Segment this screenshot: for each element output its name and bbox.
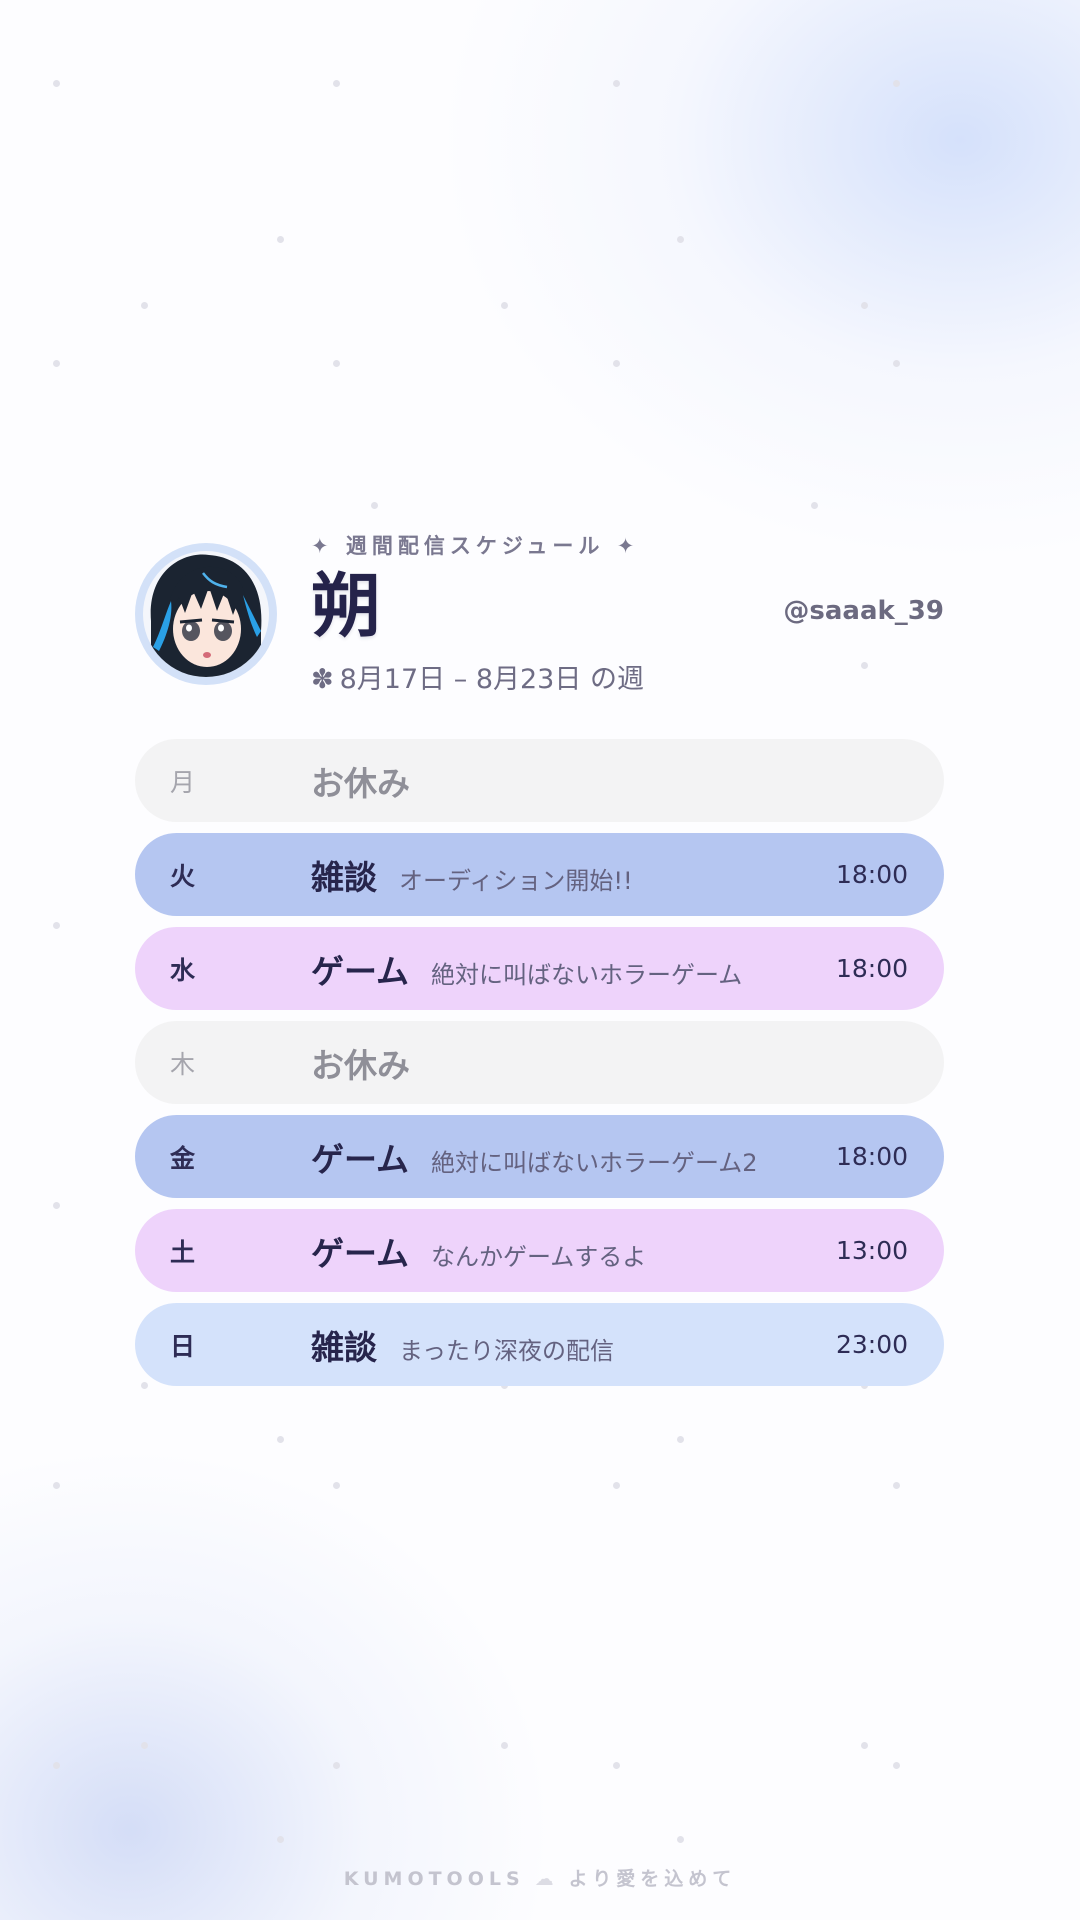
- day-label: 火: [170, 861, 196, 891]
- day-label: 金: [170, 1143, 196, 1173]
- category-label: ゲーム: [311, 1233, 410, 1273]
- stream-description: なんかゲームするよ: [431, 1242, 647, 1271]
- schedule-row-sun: 日 雑談 まったり深夜の配信 23:00: [135, 1303, 944, 1386]
- schedule-row-mon: 月 お休み: [135, 739, 944, 822]
- week-range-text: 8月17日 – 8月23日 の週: [339, 664, 644, 695]
- flower-icon: ✽: [311, 664, 334, 695]
- stream-description: 絶対に叫ばないホラーゲーム2: [431, 1148, 758, 1177]
- schedule-row-wed: 水 ゲーム 絶対に叫ばないホラーゲーム 18:00: [135, 927, 944, 1010]
- stream-time: 13:00: [835, 1236, 908, 1265]
- category-label: お休み: [311, 763, 410, 803]
- day-label: 木: [170, 1049, 196, 1079]
- stream-time: 18:00: [835, 954, 908, 983]
- schedule-row-thu: 木 お休み: [135, 1021, 944, 1104]
- day-label: 水: [170, 955, 196, 985]
- stream-description: まったり深夜の配信: [399, 1336, 615, 1365]
- schedule-row-fri: 金 ゲーム 絶対に叫ばないホラーゲーム2 18:00: [135, 1115, 944, 1198]
- category-label: ゲーム: [311, 1139, 410, 1179]
- footer-tagline: より愛を込めて: [568, 1868, 737, 1890]
- stream-time: 18:00: [835, 1142, 908, 1171]
- day-label: 日: [170, 1331, 196, 1361]
- stream-time: 23:00: [835, 1330, 908, 1359]
- streamer-handle: @saaak_39: [783, 596, 944, 626]
- footer-brand: KUMOTOOLS: [343, 1868, 525, 1890]
- stream-time: 18:00: [835, 860, 908, 889]
- streamer-name: 朔: [311, 565, 381, 647]
- category-label: お休み: [311, 1045, 410, 1085]
- schedule-subtitle: ✦ 週間配信スケジュール ✦: [311, 534, 640, 558]
- category-label: 雑談: [311, 1327, 377, 1367]
- schedule-row-sat: 土 ゲーム なんかゲームするよ 13:00: [135, 1209, 944, 1292]
- week-range: ✽ 8月17日 – 8月23日 の週: [311, 657, 644, 696]
- schedule-list: 月 お休み 火 雑談 オーディション開始!! 18:00 水 ゲーム 絶対に叫ばない…: [135, 739, 944, 1397]
- anime-character-avatar-icon: [143, 551, 269, 677]
- category-label: 雑談: [311, 857, 377, 897]
- day-label: 土: [170, 1237, 196, 1267]
- stream-description: 絶対に叫ばないホラーゲーム: [431, 960, 743, 989]
- avatar: [135, 543, 277, 685]
- schedule-row-tue: 火 雑談 オーディション開始!! 18:00: [135, 833, 944, 916]
- cloud-icon: ☁: [534, 1868, 559, 1890]
- stream-description: オーディション開始!!: [399, 866, 633, 895]
- day-label: 月: [170, 767, 196, 797]
- footer: KUMOTOOLS ☁ より愛を込めて: [0, 1864, 1080, 1891]
- category-label: ゲーム: [311, 951, 410, 991]
